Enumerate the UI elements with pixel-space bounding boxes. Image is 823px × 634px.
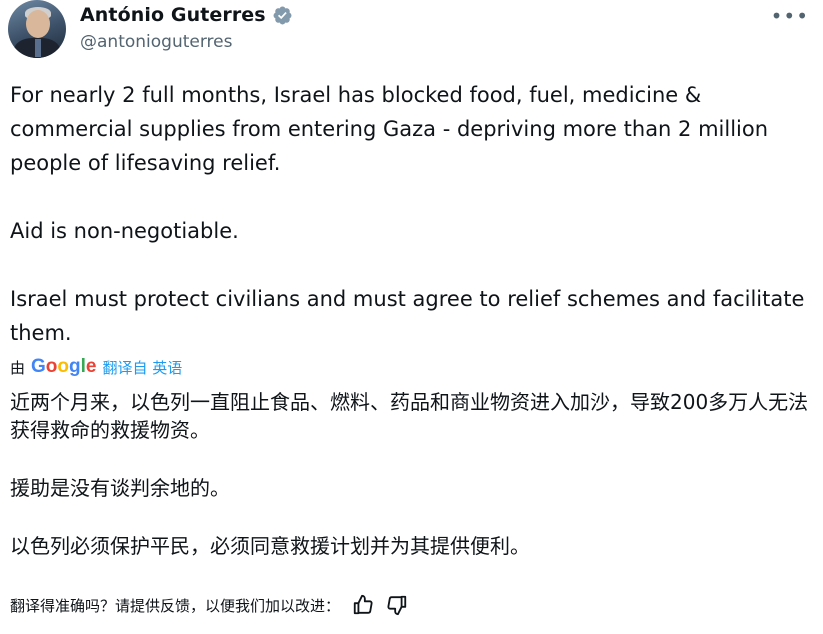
thumbs-down-icon[interactable] <box>386 594 408 616</box>
google-logo: Google <box>31 356 97 377</box>
tweet-paragraph: For nearly 2 full months, Israel has blo… <box>10 83 769 175</box>
avatar[interactable] <box>8 0 66 58</box>
translated-text: 近两个月来，以色列一直阻止食品、燃料、药品和商业物资进入加沙，导致200多万人无… <box>10 388 816 560</box>
tweet-paragraph: Israel must protect civilians and must a… <box>10 287 805 345</box>
more-options-icon[interactable]: ••• <box>771 4 809 28</box>
feedback-prompt: 翻译得准确吗？请提供反馈，以便我们加以改进： <box>10 596 341 615</box>
tweet-text: For nearly 2 full months, Israel has blo… <box>10 78 810 350</box>
tweet-card: António Guterres @antonioguterres ••• Fo… <box>0 0 823 634</box>
tweet-paragraph: Aid is non-negotiable. <box>10 219 239 243</box>
translated-by-label: 由 <box>10 358 26 377</box>
author-handle[interactable]: @antonioguterres <box>80 32 232 52</box>
tweet-header: António Guterres @antonioguterres ••• <box>8 0 815 60</box>
translation-attribution: 由 Google 翻译自 英语 <box>10 356 182 378</box>
author-name[interactable]: António Guterres <box>80 4 266 26</box>
author-name-row: António Guterres <box>80 4 293 26</box>
translated-from-link[interactable]: 翻译自 英语 <box>102 357 182 378</box>
translated-paragraph: 近两个月来，以色列一直阻止食品、燃料、药品和商业物资进入加沙，导致200多万人无… <box>10 390 809 442</box>
translated-paragraph: 援助是没有谈判余地的。 <box>10 476 230 500</box>
translation-feedback: 翻译得准确吗？请提供反馈，以便我们加以改进： <box>10 594 408 616</box>
thumbs-up-icon[interactable] <box>352 594 374 616</box>
verified-badge-icon[interactable] <box>272 5 293 26</box>
translated-paragraph: 以色列必须保护平民，必须同意救援计划并为其提供便利。 <box>10 534 530 558</box>
